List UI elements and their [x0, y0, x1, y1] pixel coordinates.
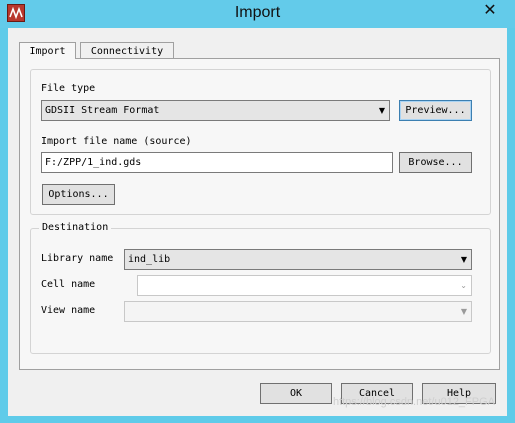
import-file-label: Import file name (source)	[41, 136, 192, 147]
file-group: File type GDSII Stream Format ▼ Preview.…	[30, 69, 491, 215]
file-type-label: File type	[41, 83, 96, 94]
cancel-button[interactable]: Cancel	[341, 383, 413, 404]
view-name-label: View name	[41, 305, 96, 316]
options-button[interactable]: Options...	[42, 184, 115, 205]
destination-legend: Destination	[39, 222, 112, 233]
import-panel: File type GDSII Stream Format ▼ Preview.…	[19, 58, 500, 370]
help-button[interactable]: Help	[422, 383, 496, 404]
library-name-dropdown[interactable]: ind_lib ▼	[124, 249, 472, 270]
chevron-down-icon: ▼	[460, 255, 467, 264]
tab-connectivity[interactable]: Connectivity	[80, 42, 174, 59]
chevron-down-icon: ▼	[460, 307, 467, 316]
close-button[interactable]: ✕	[471, 0, 509, 20]
chevron-down-icon: ⌄	[460, 281, 467, 290]
browse-button[interactable]: Browse...	[399, 152, 472, 173]
ok-button[interactable]: OK	[260, 383, 332, 404]
window-title: Import	[234, 4, 281, 21]
title-bar[interactable]: Import ✕	[0, 0, 515, 28]
library-name-value: ind_lib	[128, 254, 171, 265]
cell-name-label: Cell name	[41, 279, 96, 290]
tab-import[interactable]: Import	[19, 42, 76, 59]
destination-group: Destination Library name ind_lib ▼ Cell …	[30, 222, 491, 354]
view-name-dropdown[interactable]: ▼	[124, 301, 472, 322]
preview-button[interactable]: Preview...	[399, 100, 472, 121]
dialog-body: Import Connectivity File type GDSII Stre…	[8, 28, 507, 416]
cell-name-combo[interactable]: ⌄	[137, 275, 472, 296]
chevron-down-icon: ▼	[378, 106, 385, 115]
import-file-input[interactable]	[41, 152, 393, 173]
library-name-label: Library name	[41, 253, 114, 264]
file-type-value: GDSII Stream Format	[45, 105, 160, 116]
file-type-dropdown[interactable]: GDSII Stream Format ▼	[41, 100, 390, 121]
